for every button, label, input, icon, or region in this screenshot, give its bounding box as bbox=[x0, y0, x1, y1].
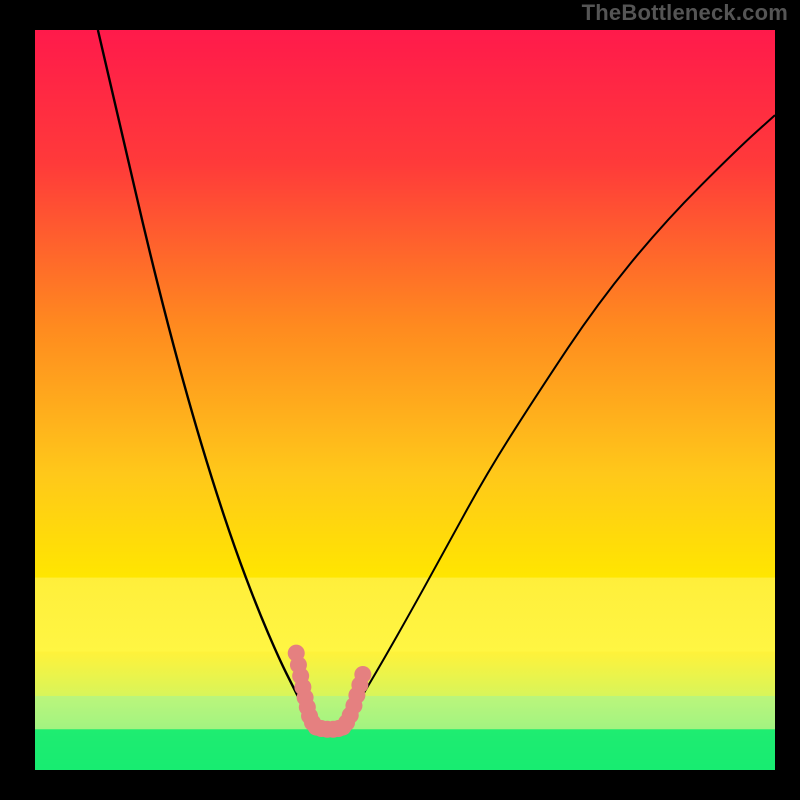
yellow-band bbox=[35, 578, 775, 652]
gradient-background bbox=[35, 30, 775, 770]
chart-stage: TheBottleneck.com bbox=[0, 0, 800, 800]
chart-svg bbox=[35, 30, 775, 770]
green-band bbox=[35, 729, 775, 770]
light-green-band bbox=[35, 696, 775, 729]
watermark-text: TheBottleneck.com bbox=[582, 0, 788, 26]
plot-area bbox=[35, 30, 775, 770]
valley-dot bbox=[354, 666, 371, 683]
